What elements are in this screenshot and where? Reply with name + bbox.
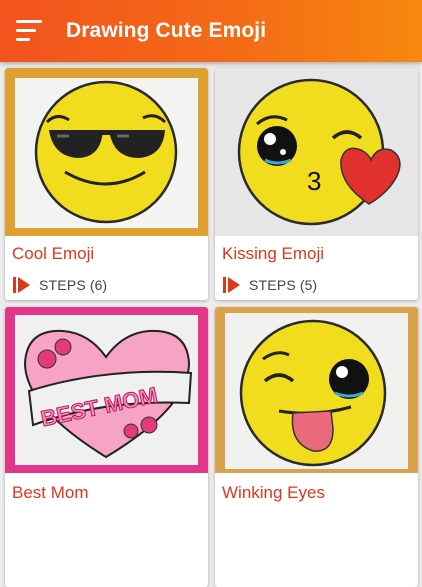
steps-label: STEPS [249, 277, 296, 293]
card-title: Best Mom [12, 483, 89, 502]
emoji-card-winking-eyes[interactable]: Winking Eyes [215, 307, 418, 587]
app-title: Drawing Cute Emoji [66, 19, 267, 42]
card-title: Cool Emoji [12, 244, 95, 263]
app-bar: Drawing Cute Emoji [0, 0, 422, 62]
card-image-kissing-emoji: 3 [215, 68, 418, 236]
card-title: Kissing Emoji [222, 244, 325, 263]
card-image-best-mom: BEST MOM [5, 307, 208, 473]
steps-row: STEPS (5) [223, 276, 317, 294]
card-image-winking-eyes [215, 307, 418, 473]
emoji-grid: Cool Emoji STEPS (6) 3 Kissing Emoji STE… [0, 62, 422, 587]
steps-count: (6) [89, 277, 108, 293]
svg-text:3: 3 [307, 166, 321, 196]
emoji-card-cool[interactable]: Cool Emoji STEPS (6) [5, 68, 208, 300]
play-steps-icon [13, 277, 30, 293]
emoji-card-best-mom[interactable]: BEST MOM Best Mom [5, 307, 208, 587]
emoji-card-kissing[interactable]: 3 Kissing Emoji STEPS (5) [215, 68, 418, 300]
steps-count: (5) [299, 277, 318, 293]
card-image-cool-emoji [5, 68, 208, 236]
steps-label: STEPS [39, 277, 86, 293]
steps-row: STEPS (6) [13, 276, 107, 294]
hamburger-menu-icon[interactable] [12, 14, 46, 48]
play-steps-icon [223, 277, 240, 293]
card-title: Winking Eyes [222, 483, 325, 502]
